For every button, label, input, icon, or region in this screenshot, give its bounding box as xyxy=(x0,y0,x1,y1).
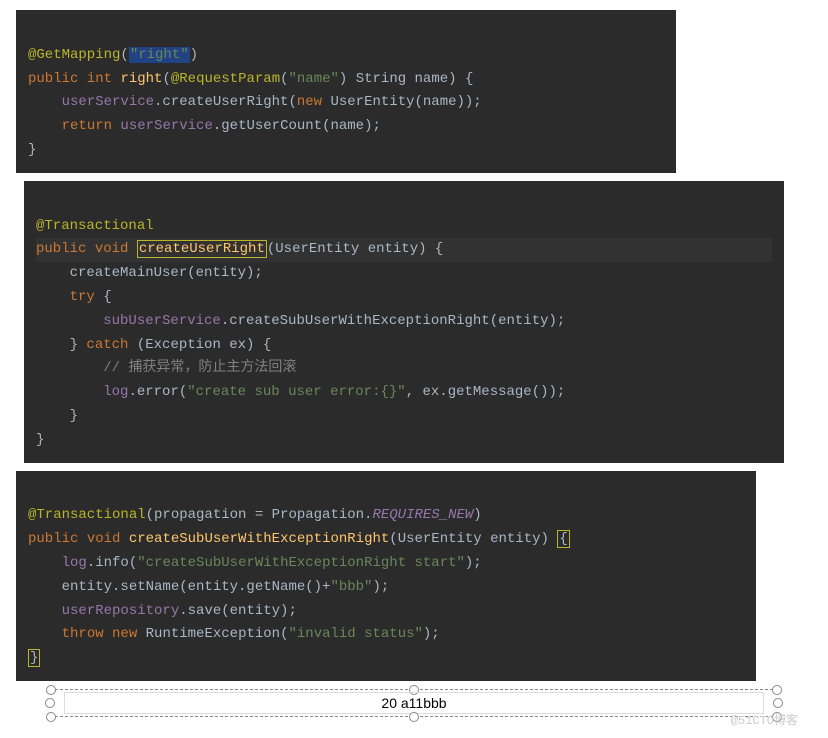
result-text: 20 a11bbb xyxy=(381,695,446,711)
handle-dot xyxy=(773,698,783,708)
handle-dot xyxy=(46,685,56,695)
method-createUserRight: createUserRight xyxy=(137,240,267,258)
annotation: @GetMapping xyxy=(28,47,120,63)
method-right: right xyxy=(120,71,162,87)
handle-dot xyxy=(772,685,782,695)
handle-dot xyxy=(45,698,55,708)
highlighted-string: "right" xyxy=(129,47,190,63)
watermark: @51CTO博客 xyxy=(10,711,798,728)
rule-top xyxy=(50,689,778,690)
annotation-transactional: @Transactional xyxy=(36,218,154,234)
code-block-2: @Transactional public void createUserRig… xyxy=(24,181,784,463)
code-block-1: @GetMapping("right") public int right(@R… xyxy=(16,10,676,173)
comment: // 捕获异常，防止主方法回滚 xyxy=(103,360,296,376)
method-createSubUserWithExceptionRight: createSubUserWithExceptionRight xyxy=(129,531,389,547)
code-block-3: @Transactional(propagation = Propagation… xyxy=(16,471,756,681)
